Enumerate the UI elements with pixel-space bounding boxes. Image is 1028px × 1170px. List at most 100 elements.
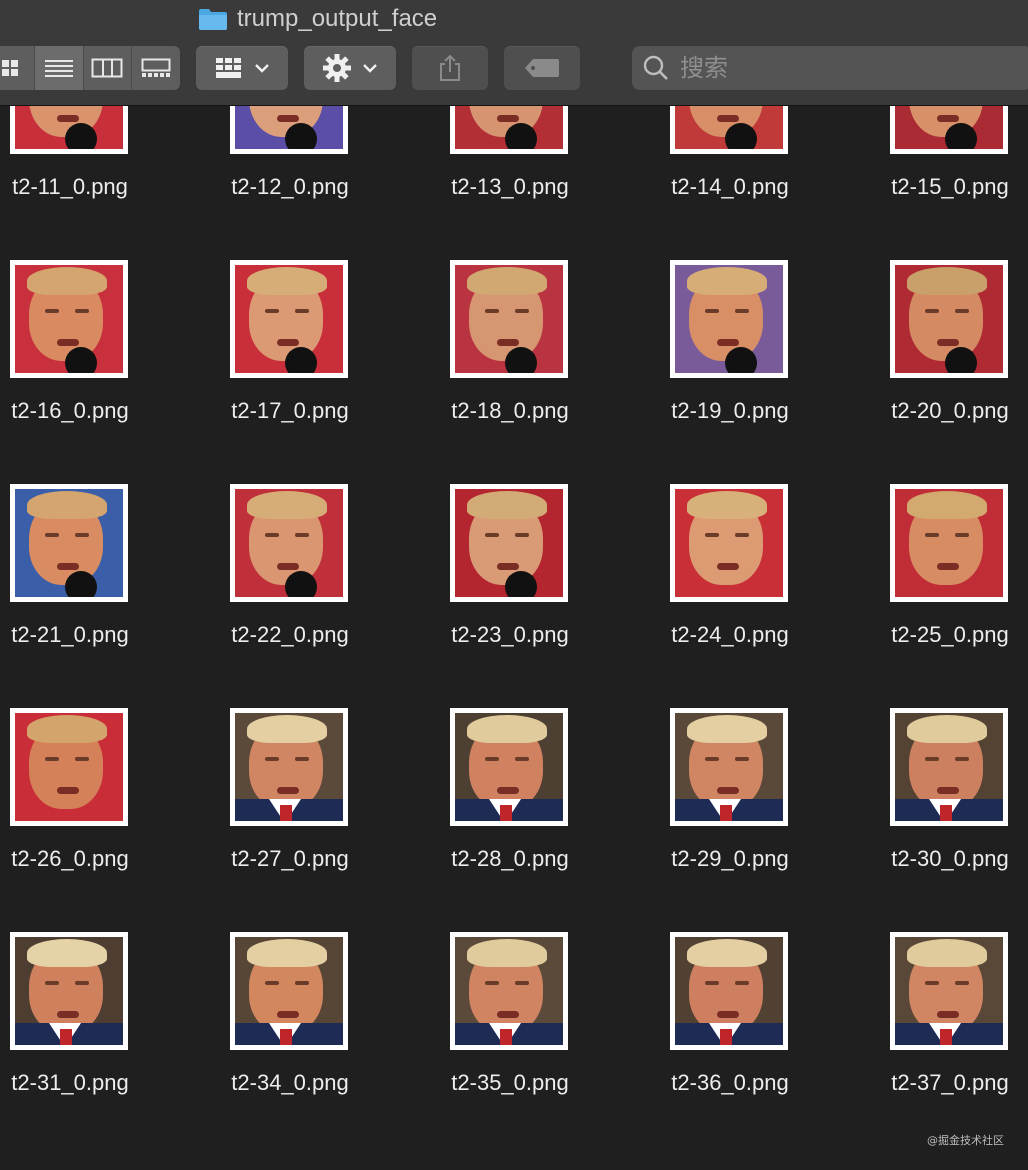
toolbar: trump_output_face — [0, 0, 1028, 106]
tag-button[interactable] — [504, 46, 580, 90]
face-image — [235, 713, 343, 821]
file-name-label: t2-31_0.png — [11, 1070, 129, 1095]
file-thumbnail[interactable] — [450, 932, 568, 1050]
list-view-button[interactable] — [34, 46, 84, 90]
file-item[interactable]: t2-31_0.png — [0, 932, 170, 1152]
file-item[interactable]: t2-37_0.png — [850, 932, 1028, 1152]
file-thumbnail[interactable] — [890, 484, 1008, 602]
file-name-label: t2-26_0.png — [11, 846, 129, 871]
search-field[interactable] — [632, 46, 1028, 90]
gear-icon — [323, 54, 351, 82]
file-item[interactable]: t2-28_0.png — [410, 708, 610, 928]
group-by-button[interactable] — [196, 46, 288, 90]
face-image — [455, 713, 563, 821]
file-thumbnail[interactable] — [450, 106, 568, 154]
file-thumbnail[interactable] — [230, 260, 348, 378]
file-name-label: t2-36_0.png — [671, 1070, 789, 1095]
face-image — [15, 489, 123, 597]
file-item[interactable]: t2-15_0.png — [850, 106, 1028, 256]
column-view-button[interactable] — [84, 46, 133, 90]
file-name-label: t2-22_0.png — [231, 622, 349, 647]
file-item[interactable]: t2-22_0.png — [190, 484, 390, 704]
face-image — [15, 937, 123, 1045]
file-thumbnail[interactable] — [230, 484, 348, 602]
face-image — [675, 265, 783, 373]
file-thumbnail[interactable] — [450, 484, 568, 602]
file-item[interactable]: t2-14_0.png — [630, 106, 830, 256]
file-name-label: t2-12_0.png — [231, 174, 349, 199]
file-item[interactable]: t2-19_0.png — [630, 260, 830, 480]
face-image — [15, 713, 123, 821]
face-image — [455, 489, 563, 597]
file-item[interactable]: t2-26_0.png — [0, 708, 170, 928]
file-thumbnail[interactable] — [10, 260, 128, 378]
file-thumbnail[interactable] — [670, 260, 788, 378]
share-button[interactable] — [412, 46, 488, 90]
file-thumbnail[interactable] — [450, 260, 568, 378]
file-thumbnail[interactable] — [890, 106, 1008, 154]
tag-icon — [525, 59, 559, 77]
file-thumbnail[interactable] — [10, 106, 128, 154]
file-item[interactable]: t2-27_0.png — [190, 708, 390, 928]
file-thumbnail[interactable] — [450, 708, 568, 826]
file-item[interactable]: t2-29_0.png — [630, 708, 830, 928]
file-name-label: t2-37_0.png — [891, 1070, 1009, 1095]
share-icon — [440, 54, 460, 81]
view-mode-control[interactable] — [0, 46, 180, 90]
file-item[interactable]: t2-17_0.png — [190, 260, 390, 480]
file-thumbnail[interactable] — [670, 484, 788, 602]
file-item[interactable]: t2-34_0.png — [190, 932, 390, 1152]
file-item[interactable]: t2-35_0.png — [410, 932, 610, 1152]
file-name-label: t2-19_0.png — [671, 398, 789, 423]
file-name-label: t2-34_0.png — [231, 1070, 349, 1095]
file-thumbnail[interactable] — [670, 932, 788, 1050]
file-item[interactable]: t2-21_0.png — [0, 484, 170, 704]
face-image — [895, 106, 1003, 149]
file-thumbnail[interactable] — [670, 106, 788, 154]
file-item[interactable]: t2-16_0.png — [0, 260, 170, 480]
face-image — [895, 265, 1003, 373]
file-name-label: t2-15_0.png — [891, 174, 1009, 199]
face-image — [675, 106, 783, 149]
file-item[interactable]: t2-30_0.png — [850, 708, 1028, 928]
file-thumbnail[interactable] — [230, 932, 348, 1050]
file-name-label: t2-13_0.png — [451, 174, 569, 199]
file-thumbnail[interactable] — [890, 932, 1008, 1050]
file-item[interactable]: t2-24_0.png — [630, 484, 830, 704]
file-thumbnail[interactable] — [890, 260, 1008, 378]
search-input[interactable] — [678, 53, 1002, 83]
face-image — [895, 489, 1003, 597]
file-name-label: t2-30_0.png — [891, 846, 1009, 871]
file-thumbnail[interactable] — [230, 106, 348, 154]
file-item[interactable]: t2-36_0.png — [630, 932, 830, 1152]
finder-window: trump_output_face 搜索 t2-11_0.png t2-12_0… — [0, 0, 1028, 1170]
file-thumbnail[interactable] — [230, 708, 348, 826]
file-thumbnail[interactable] — [10, 484, 128, 602]
file-thumbnail[interactable] — [670, 708, 788, 826]
file-item[interactable]: t2-18_0.png — [410, 260, 610, 480]
file-item[interactable]: t2-20_0.png — [850, 260, 1028, 480]
file-thumbnail[interactable] — [10, 932, 128, 1050]
file-name-label: t2-35_0.png — [451, 1070, 569, 1095]
file-item[interactable]: t2-11_0.png — [0, 106, 170, 256]
file-name-label: t2-21_0.png — [11, 622, 129, 647]
file-name-label: t2-20_0.png — [891, 398, 1009, 423]
column-view-icon — [91, 58, 123, 78]
chevron-down-icon — [363, 64, 377, 73]
file-thumbnail[interactable] — [890, 708, 1008, 826]
file-name-label: t2-28_0.png — [451, 846, 569, 871]
face-image — [675, 489, 783, 597]
file-item[interactable]: t2-12_0.png — [190, 106, 390, 256]
gallery-view-button[interactable] — [132, 46, 180, 90]
action-button[interactable] — [304, 46, 396, 90]
file-item[interactable]: t2-23_0.png — [410, 484, 610, 704]
file-item[interactable]: t2-13_0.png — [410, 106, 610, 256]
window-title: trump_output_face — [198, 4, 437, 34]
face-image — [15, 106, 123, 149]
face-image — [675, 713, 783, 821]
file-thumbnail[interactable] — [10, 708, 128, 826]
icon-view-icon — [1, 60, 18, 76]
icon-view-button[interactable] — [0, 46, 35, 90]
file-item[interactable]: t2-25_0.png — [850, 484, 1028, 704]
face-image — [455, 106, 563, 149]
